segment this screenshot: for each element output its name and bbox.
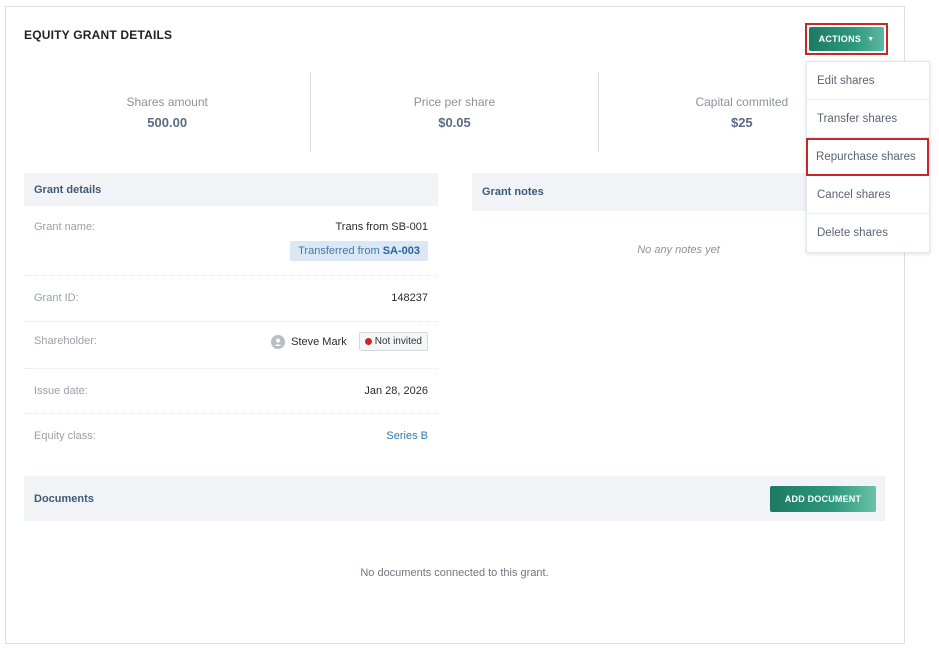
stat-value: $0.05 bbox=[438, 115, 471, 130]
grant-name-row: Grant name: Trans from SB-001 Transferre… bbox=[24, 206, 438, 276]
status-badge: Not invited bbox=[358, 332, 428, 351]
grant-id-value: 148237 bbox=[391, 292, 428, 304]
grant-details-title: Grant details bbox=[24, 173, 438, 206]
shareholder-label: Shareholder: bbox=[34, 335, 97, 347]
issue-date-value: Jan 28, 2026 bbox=[364, 385, 428, 397]
equity-class-link[interactable]: Series B bbox=[386, 430, 428, 442]
shareholder-name[interactable]: Steve Mark bbox=[291, 336, 347, 348]
grant-name-value: Trans from SB-001 bbox=[335, 221, 428, 233]
transfer-prefix: Transferred from bbox=[298, 245, 380, 257]
grant-id-row: Grant ID: 148237 bbox=[24, 276, 438, 322]
caret-down-icon: ▼ bbox=[867, 35, 875, 43]
grant-name-label: Grant name: bbox=[34, 221, 96, 233]
actions-dropdown-menu: Edit shares Transfer shares Repurchase s… bbox=[806, 61, 930, 253]
menu-item-delete-shares[interactable]: Delete shares bbox=[807, 214, 929, 252]
status-dot-icon bbox=[364, 338, 372, 345]
documents-header: Documents ADD DOCUMENT bbox=[24, 476, 885, 521]
equity-class-label: Equity class: bbox=[34, 430, 96, 442]
stats-row: Shares amount 500.00 Price per share $0.… bbox=[24, 72, 885, 152]
page-title: EQUITY GRANT DETAILS bbox=[24, 28, 173, 42]
stat-label: Shares amount bbox=[126, 95, 208, 109]
menu-item-transfer-shares[interactable]: Transfer shares bbox=[807, 100, 929, 138]
empty-documents-text: No documents connected to this grant. bbox=[360, 567, 549, 579]
grant-details-panel: Grant details Grant name: Trans from SB-… bbox=[24, 173, 438, 460]
grant-name-value-group: Trans from SB-001 Transferred from SA-00… bbox=[290, 221, 428, 261]
stat-label: Price per share bbox=[413, 95, 496, 109]
transferred-from-badge[interactable]: Transferred from SA-003 bbox=[290, 241, 428, 261]
shareholder-value-group: Steve Mark Not invited bbox=[271, 332, 428, 351]
shareholder-row: Shareholder: Steve Mark Not invited bbox=[24, 322, 438, 369]
equity-class-row: Equity class: Series B bbox=[24, 414, 438, 460]
status-text: Not invited bbox=[374, 336, 422, 347]
menu-item-edit-shares[interactable]: Edit shares bbox=[807, 62, 929, 100]
actions-button-highlight: ACTIONS ▼ bbox=[805, 23, 888, 55]
stat-shares-amount: Shares amount 500.00 bbox=[24, 72, 312, 152]
issue-date-row: Issue date: Jan 28, 2026 bbox=[24, 369, 438, 414]
documents-title: Documents bbox=[34, 492, 94, 505]
issue-date-label: Issue date: bbox=[34, 385, 88, 397]
actions-button[interactable]: ACTIONS ▼ bbox=[809, 27, 884, 51]
transfer-source-link[interactable]: SA-003 bbox=[383, 245, 420, 257]
stat-value: 500.00 bbox=[147, 115, 188, 130]
grant-id-label: Grant ID: bbox=[34, 292, 79, 304]
user-avatar-icon bbox=[271, 334, 286, 349]
stat-price-per-share: Price per share $0.05 bbox=[311, 72, 599, 152]
actions-label: ACTIONS bbox=[818, 34, 862, 44]
menu-item-cancel-shares[interactable]: Cancel shares bbox=[807, 176, 929, 214]
menu-item-repurchase-shares[interactable]: Repurchase shares bbox=[806, 138, 929, 176]
add-document-button[interactable]: ADD DOCUMENT bbox=[770, 485, 876, 512]
